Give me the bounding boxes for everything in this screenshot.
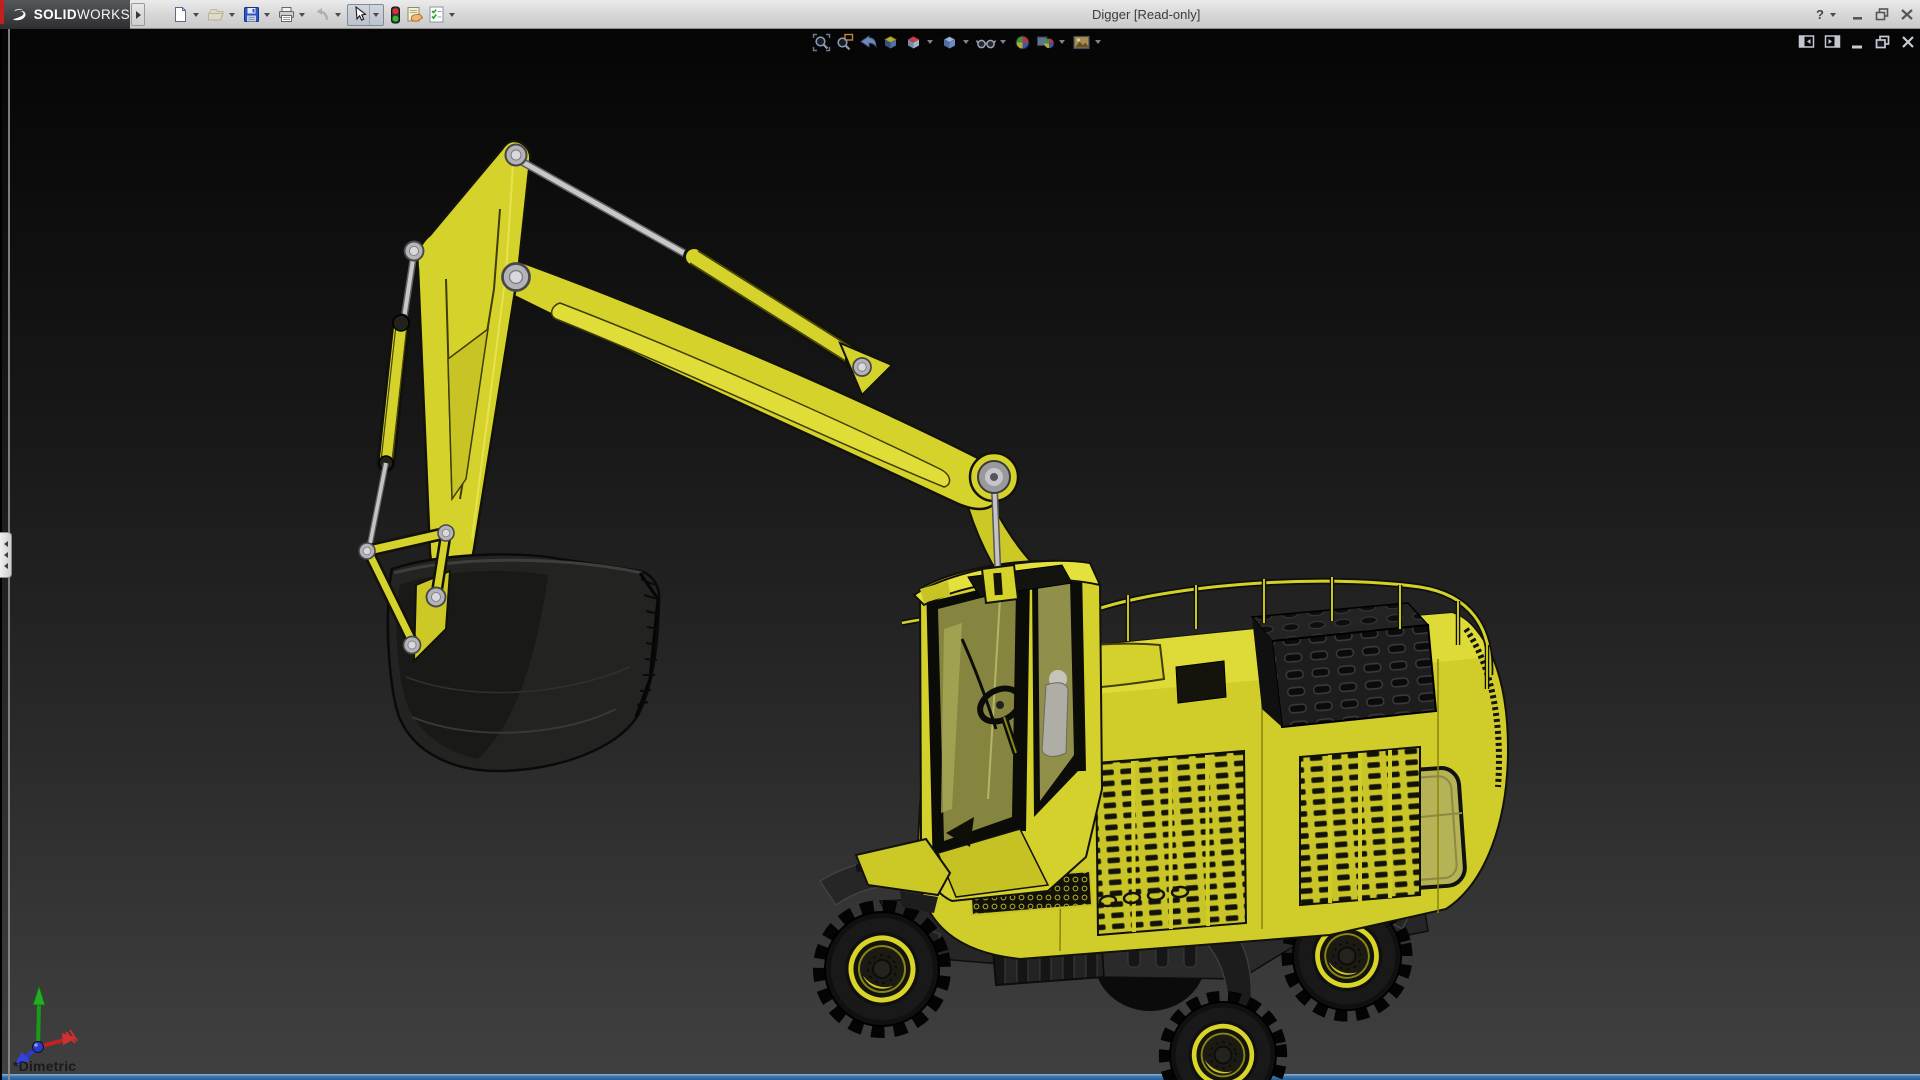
open-document-icon bbox=[207, 6, 225, 23]
zoom-to-fit-button[interactable] bbox=[810, 31, 833, 53]
boom-arm-assembly[interactable] bbox=[369, 141, 1072, 615]
view-orientation-button[interactable] bbox=[902, 31, 925, 53]
zoom-to-area-button[interactable] bbox=[833, 31, 856, 53]
window-title: Digger [Read-only] bbox=[1092, 0, 1200, 29]
undo-button[interactable] bbox=[311, 4, 333, 26]
options-button[interactable] bbox=[426, 4, 447, 26]
new-document-button[interactable] bbox=[170, 4, 191, 26]
zoom-to-fit-icon bbox=[812, 33, 831, 52]
orientation-triad[interactable] bbox=[13, 986, 77, 1067]
edit-appearance-button[interactable] bbox=[1011, 31, 1034, 53]
ds-swirl-icon bbox=[10, 7, 29, 23]
open-dropdown[interactable] bbox=[229, 13, 235, 17]
hide-show-items-dropdown[interactable] bbox=[1000, 40, 1006, 44]
collapsed-feature-pane-tab[interactable] bbox=[0, 532, 12, 578]
view-orientation-dropdown[interactable] bbox=[927, 40, 933, 44]
display-style-icon bbox=[940, 33, 959, 52]
show-display-pane-button[interactable] bbox=[1824, 33, 1841, 50]
help-button[interactable]: ? bbox=[1816, 7, 1824, 22]
hide-show-items-icon bbox=[976, 33, 996, 52]
view-settings-button[interactable] bbox=[1070, 31, 1093, 53]
view-settings-dropdown[interactable] bbox=[1095, 40, 1101, 44]
window-controls: ? bbox=[1816, 0, 1914, 29]
print-icon bbox=[278, 6, 295, 23]
file-properties-icon bbox=[406, 6, 424, 23]
options-dropdown[interactable] bbox=[449, 13, 455, 17]
section-view-button[interactable] bbox=[879, 31, 902, 53]
minimize-button[interactable] bbox=[1852, 8, 1865, 21]
file-properties-button[interactable] bbox=[404, 4, 426, 26]
new-dropdown[interactable] bbox=[193, 13, 199, 17]
view-settings-icon bbox=[1072, 33, 1091, 52]
help-dropdown[interactable] bbox=[1830, 13, 1836, 17]
edit-appearance-icon bbox=[1013, 33, 1032, 52]
document-window-controls bbox=[1798, 33, 1916, 50]
standard-toolbar bbox=[170, 3, 461, 26]
save-button[interactable] bbox=[241, 4, 262, 26]
zoom-to-area-icon bbox=[835, 33, 854, 52]
save-dropdown[interactable] bbox=[264, 13, 270, 17]
previous-view-icon bbox=[858, 33, 877, 52]
restore-button[interactable] bbox=[1875, 8, 1890, 21]
y-axis bbox=[38, 1003, 39, 1047]
previous-view-button[interactable] bbox=[856, 31, 879, 53]
doc-close-button[interactable] bbox=[1900, 34, 1916, 50]
menu-flyout-button[interactable] bbox=[131, 3, 145, 26]
brand-text: SOLIDWORKS bbox=[34, 7, 130, 22]
display-style-dropdown[interactable] bbox=[963, 40, 969, 44]
rebuild-traffic-light-icon bbox=[389, 6, 402, 24]
excavator-model[interactable] bbox=[0, 29, 1920, 1080]
print-dropdown[interactable] bbox=[299, 13, 305, 17]
undo-dropdown[interactable] bbox=[335, 13, 341, 17]
radiator-grille-front bbox=[1272, 625, 1436, 727]
select-dropdown[interactable] bbox=[369, 5, 382, 25]
section-view-icon bbox=[881, 33, 900, 52]
undo-icon bbox=[313, 6, 331, 23]
close-button[interactable] bbox=[1900, 8, 1914, 21]
view-orientation-label: *Dimetric bbox=[13, 1058, 76, 1074]
open-document-button[interactable] bbox=[205, 4, 227, 26]
triad-origin bbox=[33, 1042, 44, 1053]
apply-scene-button[interactable] bbox=[1034, 31, 1057, 53]
doc-minimize-button[interactable] bbox=[1850, 34, 1865, 50]
apply-scene-icon bbox=[1036, 33, 1055, 52]
rebuild-button[interactable] bbox=[387, 4, 404, 26]
show-feature-pane-button[interactable] bbox=[1798, 33, 1815, 50]
select-cursor-icon bbox=[351, 6, 367, 23]
hide-show-items-button[interactable] bbox=[974, 31, 998, 53]
view-orientation-icon bbox=[904, 33, 923, 52]
new-document-icon bbox=[172, 6, 189, 23]
cab[interactable] bbox=[856, 561, 1102, 913]
doc-restore-button[interactable] bbox=[1874, 34, 1891, 50]
headsup-view-toolbar bbox=[810, 31, 1106, 53]
select-tool-group bbox=[347, 4, 384, 26]
graphics-viewport[interactable]: *Dimetric bbox=[0, 29, 1920, 1080]
print-button[interactable] bbox=[276, 4, 297, 26]
save-icon bbox=[243, 6, 260, 23]
logo-red-accent bbox=[0, 0, 4, 24]
apply-scene-dropdown[interactable] bbox=[1059, 40, 1065, 44]
options-icon bbox=[428, 6, 445, 23]
title-bar: SOLIDWORKS bbox=[0, 0, 1920, 29]
select-cursor-button[interactable] bbox=[349, 4, 369, 26]
seat bbox=[1042, 683, 1068, 757]
display-style-button[interactable] bbox=[938, 31, 961, 53]
solidworks-logo: SOLIDWORKS bbox=[0, 0, 130, 29]
